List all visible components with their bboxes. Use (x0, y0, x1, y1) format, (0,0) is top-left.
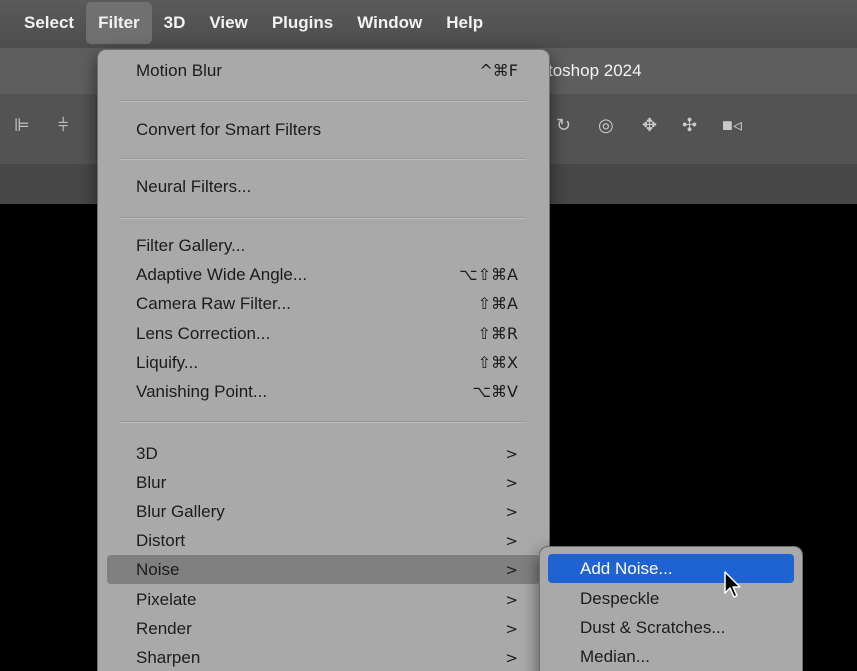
menu-item-label: Neural Filters... (136, 176, 252, 196)
menu-item-label: Filter Gallery... (136, 235, 246, 255)
menu-select[interactable]: Select (12, 2, 86, 44)
menu-item-blur[interactable]: Blur > (107, 468, 540, 497)
shortcut-label: ⇧⌘R (477, 324, 518, 343)
menu-item-label: Vanishing Point... (136, 381, 268, 401)
submenu-item-despeckle[interactable]: Despeckle (548, 584, 794, 613)
chevron-right-icon: > (505, 560, 518, 579)
menu-item-label: Lens Correction... (136, 323, 271, 343)
menu-separator (120, 217, 526, 219)
menu-item-label: Blur Gallery (136, 501, 225, 521)
menu-item-render[interactable]: Render > (107, 614, 540, 643)
menu-item-3d[interactable]: 3D > (107, 439, 540, 468)
menu-separator (120, 421, 526, 423)
menu-item-camera-raw-filter[interactable]: Camera Raw Filter... ⇧⌘A (107, 289, 540, 318)
menu-item-neural-filters[interactable]: Neural Filters... (107, 172, 540, 201)
menu-plugins[interactable]: Plugins (260, 2, 345, 44)
menu-item-adaptive-wide-angle[interactable]: Adaptive Wide Angle... ⌥⇧⌘A (107, 260, 540, 289)
shortcut-label: ⇧⌘A (477, 294, 518, 313)
menu-filter[interactable]: Filter (86, 2, 152, 44)
menu-item-label: Adaptive Wide Angle... (136, 264, 308, 284)
menu-separator (120, 158, 526, 160)
chevron-right-icon: > (505, 648, 518, 667)
noise-submenu: Add Noise... Despeckle Dust & Scratches.… (540, 547, 802, 671)
menu-item-liquify[interactable]: Liquify... ⇧⌘X (107, 348, 540, 377)
menu-item-label: Convert for Smart Filters (136, 119, 322, 139)
menu-item-motion-blur[interactable]: Motion Blur ^⌘F (107, 56, 540, 85)
shortcut-label: ^⌘F (479, 61, 518, 80)
menu-item-label: Render (136, 618, 192, 638)
menu-item-filter-gallery[interactable]: Filter Gallery... (107, 231, 540, 260)
menu-item-label: Liquify... (136, 352, 199, 372)
menu-item-pixelate[interactable]: Pixelate > (107, 585, 540, 614)
menu-item-convert-smart-filters[interactable]: Convert for Smart Filters (107, 115, 540, 144)
menu-item-label: Camera Raw Filter... (136, 293, 291, 313)
menu-bar: Select Filter 3D View Plugins Window Hel… (0, 0, 857, 48)
slide-3d-icon[interactable]: ✣ (682, 116, 697, 134)
roll-3d-icon[interactable]: ◎ (598, 116, 614, 134)
align-left-icon[interactable]: ⊫ (14, 116, 30, 134)
menu-item-blur-gallery[interactable]: Blur Gallery > (107, 497, 540, 526)
menu-separator (120, 100, 526, 102)
chevron-right-icon: > (505, 531, 518, 550)
pan-3d-icon[interactable]: ✥ (642, 116, 657, 134)
align-center-icon[interactable]: ⫩ (58, 116, 68, 134)
mouse-pointer-icon (724, 571, 741, 598)
menu-item-label: Pixelate (136, 589, 197, 609)
menu-item-label: Noise (136, 559, 180, 579)
orbit-3d-icon[interactable]: ↻ (556, 116, 571, 134)
menu-item-label: Distort (136, 530, 186, 550)
shortcut-label: ⇧⌘X (477, 353, 518, 372)
menu-item-lens-correction[interactable]: Lens Correction... ⇧⌘R (107, 319, 540, 348)
chevron-right-icon: > (505, 473, 518, 492)
menu-item-label: Sharpen (136, 647, 201, 667)
chevron-right-icon: > (505, 502, 518, 521)
menu-window[interactable]: Window (345, 2, 434, 44)
menu-item-label: Motion Blur (136, 60, 222, 80)
menu-item-label: 3D (136, 443, 158, 463)
menu-item-noise[interactable]: Noise > (107, 555, 540, 584)
chevron-right-icon: > (505, 590, 518, 609)
chevron-right-icon: > (505, 619, 518, 638)
menu-item-sharpen[interactable]: Sharpen > (107, 643, 540, 671)
menu-item-distort[interactable]: Distort > (107, 526, 540, 555)
shortcut-label: ⌥⌘V (472, 382, 518, 401)
chevron-right-icon: > (505, 444, 518, 463)
camera-3d-icon[interactable]: ■◃ (722, 116, 742, 134)
filter-menu: Motion Blur ^⌘F Convert for Smart Filter… (98, 50, 549, 671)
submenu-item-dust-scratches[interactable]: Dust & Scratches... (548, 613, 794, 642)
submenu-item-median[interactable]: Median... (548, 642, 794, 671)
submenu-item-add-noise[interactable]: Add Noise... (548, 554, 794, 583)
app-title: toshop 2024 (548, 61, 642, 80)
menu-view[interactable]: View (197, 2, 259, 44)
menu-item-label: Blur (136, 472, 167, 492)
menu-item-vanishing-point[interactable]: Vanishing Point... ⌥⌘V (107, 377, 540, 406)
menu-help[interactable]: Help (434, 2, 495, 44)
menu-3d[interactable]: 3D (152, 2, 198, 44)
shortcut-label: ⌥⇧⌘A (459, 265, 518, 284)
